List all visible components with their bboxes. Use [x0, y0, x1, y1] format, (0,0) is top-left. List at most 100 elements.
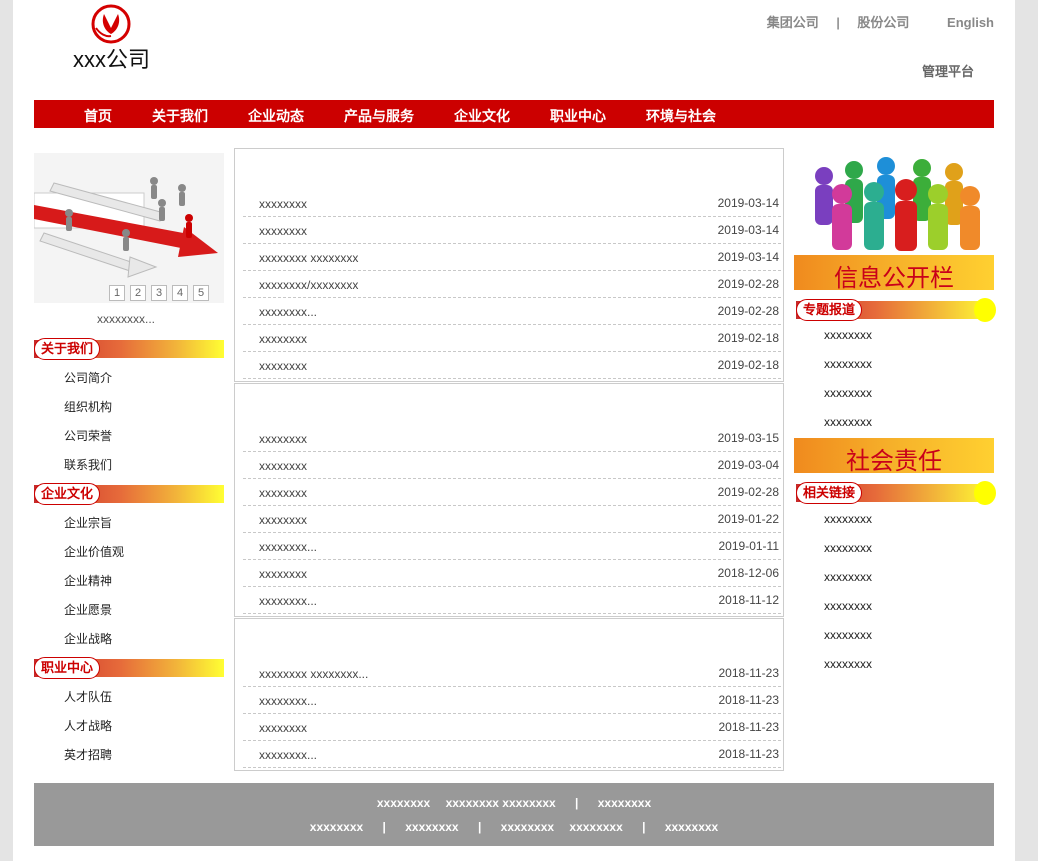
news-date: 2019-02-18	[717, 331, 779, 345]
special-report-title[interactable]: 专题报道	[796, 299, 863, 321]
section-career-title[interactable]: 职业中心	[34, 657, 101, 679]
left-link-values[interactable]: 企业价值观	[64, 543, 124, 560]
news-row[interactable]: xxxxxxxx... 2018-11-23	[243, 687, 781, 714]
news-title[interactable]: xxxxxxxx	[259, 224, 307, 238]
pager-dot-3[interactable]: 3	[151, 285, 167, 301]
news-row[interactable]: xxxxxxxx xxxxxxxx... 2018-11-23	[243, 660, 781, 687]
section-culture-title[interactable]: 企业文化	[34, 483, 101, 505]
news-title[interactable]: xxxxxxxx xxxxxxxx...	[259, 667, 368, 681]
news-row[interactable]: xxxxxxxx 2019-01-22	[243, 506, 781, 533]
special-report-item[interactable]: xxxxxxxx	[824, 328, 872, 342]
news-row[interactable]: xxxxxxxx 2019-02-18	[243, 325, 781, 352]
pager-dot-1[interactable]: 1	[109, 285, 125, 301]
news-title[interactable]: xxxxxxxx xxxxxxxx	[259, 251, 358, 265]
social-responsibility-banner[interactable]: 社会责任	[794, 438, 994, 475]
related-link-item[interactable]: xxxxxxxx	[824, 512, 872, 526]
news-row[interactable]: xxxxxxxx... 2018-11-12	[243, 587, 781, 614]
section-about-title[interactable]: 关于我们	[34, 338, 101, 360]
news-title[interactable]: xxxxxxxx...	[259, 305, 317, 319]
related-link-item[interactable]: xxxxxxxx	[824, 570, 872, 584]
special-report-item[interactable]: xxxxxxxx	[824, 357, 872, 371]
news-title[interactable]: xxxxxxxx...	[259, 540, 317, 554]
left-link-talent-team[interactable]: 人才队伍	[64, 688, 112, 705]
news-row[interactable]: xxxxxxxx 2019-03-14	[243, 190, 781, 217]
special-report-item[interactable]: xxxxxxxx	[824, 386, 872, 400]
logo-icon[interactable]	[90, 4, 132, 44]
top-link-stock[interactable]: 股份公司	[857, 12, 909, 31]
news-title[interactable]: xxxxxxxx	[259, 432, 307, 446]
news-row[interactable]: xxxxxxxx xxxxxxxx 2019-03-14	[243, 244, 781, 271]
news-row[interactable]: xxxxxxxx 2019-03-04	[243, 452, 781, 479]
left-link-honors[interactable]: 公司荣誉	[64, 427, 112, 444]
left-link-company-intro[interactable]: 公司简介	[64, 369, 112, 386]
news-title[interactable]: xxxxxxxx	[259, 332, 307, 346]
news-title[interactable]: xxxxxxxx	[259, 567, 307, 581]
news-row[interactable]: xxxxxxxx 2018-12-06	[243, 560, 781, 587]
footer-link[interactable]: xxxxxxxx	[310, 820, 363, 834]
news-row[interactable]: xxxxxxxx/xxxxxxxx 2019-02-28	[243, 271, 781, 298]
nav-products[interactable]: 产品与服务	[344, 106, 414, 126]
news-date: 2019-02-18	[717, 358, 779, 372]
news-title[interactable]: xxxxxxxx	[259, 197, 307, 211]
footer-link[interactable]: xxxxxxxx	[377, 796, 430, 810]
nav-culture[interactable]: 企业文化	[454, 106, 510, 126]
news-row[interactable]: xxxxxxxx... 2019-01-11	[243, 533, 781, 560]
admin-link[interactable]: 管理平台	[922, 61, 974, 80]
nav-home[interactable]: 首页	[84, 106, 112, 126]
footer-link[interactable]: xxxxxxxx	[501, 820, 554, 834]
left-link-talent-strategy[interactable]: 人才战略	[64, 717, 112, 734]
pager-dot-5[interactable]: 5	[193, 285, 209, 301]
news-row[interactable]: xxxxxxxx 2018-11-23	[243, 714, 781, 741]
news-title[interactable]: xxxxxxxx	[259, 359, 307, 373]
nav-about[interactable]: 关于我们	[152, 106, 208, 126]
related-link-item[interactable]: xxxxxxxx	[824, 599, 872, 613]
top-link-group[interactable]: 集团公司	[767, 12, 819, 31]
info-disclosure-banner[interactable]: 信息公开栏	[794, 255, 994, 292]
news-row[interactable]: xxxxxxxx 2019-03-15	[243, 425, 781, 452]
news-row[interactable]: xxxxxxxx 2019-02-28	[243, 479, 781, 506]
footer-separator: |	[477, 820, 482, 834]
left-link-strategy[interactable]: 企业战略	[64, 630, 112, 647]
news-title[interactable]: xxxxxxxx	[259, 486, 307, 500]
news-title[interactable]: xxxxxxxx	[259, 459, 307, 473]
news-row[interactable]: xxxxxxxx... 2019-02-28	[243, 298, 781, 325]
news-title[interactable]: xxxxxxxx...	[259, 594, 317, 608]
related-link-item[interactable]: xxxxxxxx	[824, 628, 872, 642]
news-date: 2019-03-14	[717, 196, 779, 210]
footer-link[interactable]: xxxxxxxx	[405, 820, 458, 834]
footer-link[interactable]: xxxxxxxx	[665, 820, 718, 834]
logo-text[interactable]: xxx公司	[73, 42, 150, 74]
banner-caption[interactable]: xxxxxxxx...	[97, 312, 155, 326]
left-link-purpose[interactable]: 企业宗旨	[64, 514, 112, 531]
footer-link[interactable]: xxxxxxxx xxxxxxxx	[446, 796, 556, 810]
related-links-title[interactable]: 相关链接	[796, 482, 863, 504]
news-date: 2019-01-22	[717, 512, 779, 526]
pager-dot-4[interactable]: 4	[172, 285, 188, 301]
left-link-vision[interactable]: 企业愿景	[64, 601, 112, 618]
teamwork-image[interactable]	[794, 148, 994, 256]
left-link-recruitment[interactable]: 英才招聘	[64, 746, 112, 763]
footer-link[interactable]: xxxxxxxx	[598, 796, 651, 810]
nav-career[interactable]: 职业中心	[550, 106, 606, 126]
pager-dot-2[interactable]: 2	[130, 285, 146, 301]
left-link-organization[interactable]: 组织机构	[64, 398, 112, 415]
left-link-spirit[interactable]: 企业精神	[64, 572, 112, 589]
language-link[interactable]: English	[947, 15, 994, 30]
related-link-item[interactable]: xxxxxxxx	[824, 657, 872, 671]
special-report-header: 专题报道	[796, 298, 996, 322]
news-title[interactable]: xxxxxxxx	[259, 513, 307, 527]
nav-environment[interactable]: 环境与社会	[646, 106, 716, 126]
nav-news[interactable]: 企业动态	[248, 106, 304, 126]
news-row[interactable]: xxxxxxxx 2019-03-14	[243, 217, 781, 244]
news-title[interactable]: xxxxxxxx/xxxxxxxx	[259, 278, 358, 292]
news-row[interactable]: xxxxxxxx 2019-02-18	[243, 352, 781, 379]
banner-image[interactable]	[34, 153, 224, 303]
news-title[interactable]: xxxxxxxx...	[259, 694, 317, 708]
related-link-item[interactable]: xxxxxxxx	[824, 541, 872, 555]
news-row[interactable]: xxxxxxxx... 2018-11-23	[243, 741, 781, 768]
special-report-item[interactable]: xxxxxxxx	[824, 415, 872, 429]
news-title[interactable]: xxxxxxxx...	[259, 748, 317, 762]
news-title[interactable]: xxxxxxxx	[259, 721, 307, 735]
footer-link[interactable]: xxxxxxxx	[569, 820, 622, 834]
left-link-contact[interactable]: 联系我们	[64, 456, 112, 473]
